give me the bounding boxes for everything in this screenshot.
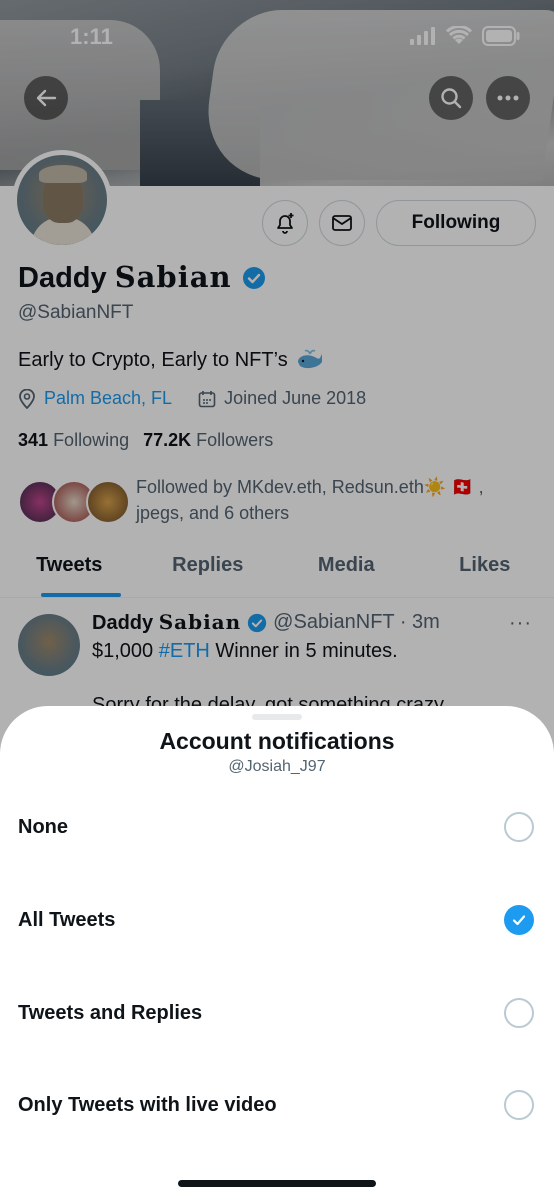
tab-likes[interactable]: Likes	[416, 544, 554, 597]
display-name-gothic: Sabian	[114, 260, 232, 294]
following-count-link[interactable]: 341 Following	[18, 430, 129, 451]
active-tab-indicator	[41, 593, 121, 597]
tab-tweets-label: Tweets	[36, 554, 103, 576]
tweet-avatar[interactable]	[18, 614, 80, 676]
verified-badge-icon	[248, 613, 267, 632]
location-pin-icon	[19, 388, 35, 409]
option-tweets-and-replies[interactable]: Tweets and Replies	[0, 982, 554, 1052]
message-button[interactable]	[319, 200, 365, 246]
tweet-header: Daddy Sabian @SabianNFT · 3m	[92, 610, 440, 635]
verified-badge-icon	[242, 266, 265, 289]
tweet-item[interactable]: Daddy Sabian @SabianNFT · 3m ··· $1,000 …	[0, 598, 554, 718]
search-icon	[441, 88, 462, 109]
sheet-title: Account notifications	[159, 728, 395, 754]
status-time: 1:11	[70, 24, 113, 49]
option-live-video-label: Only Tweets with live video	[18, 1094, 277, 1116]
home-indicator[interactable]	[178, 1180, 376, 1187]
followers-count-link[interactable]: 77.2K Followers	[143, 430, 273, 451]
option-all-tweets[interactable]: All Tweets	[0, 889, 554, 959]
profile-avatar[interactable]	[12, 150, 112, 250]
tab-tweets[interactable]: Tweets	[0, 544, 139, 597]
profile-display-name: Daddy Sabian	[18, 260, 266, 295]
tweet-author-name-gothic: Sabian	[158, 610, 242, 634]
followed-by-row[interactable]: Followed by MKdev.eth, Redsun.eth☀️ 🇨🇭 ,…	[18, 474, 538, 530]
checkmark-icon	[512, 915, 526, 926]
status-bar: 1:11	[0, 0, 554, 70]
tweet-author-name-main: Daddy	[92, 612, 159, 634]
account-notifications-sheet: Account notifications @Josiah_J97 None A…	[0, 706, 554, 1200]
search-button[interactable]	[429, 76, 473, 120]
tweet-text-suffix: Winner in 5 minutes.	[209, 640, 398, 662]
followers-label: Followers	[196, 430, 274, 450]
back-button[interactable]	[24, 76, 68, 120]
profile-meta: Palm Beach, FL Joined June 2018	[18, 388, 366, 409]
status-icons	[410, 26, 520, 46]
tweet-text-prefix: $1,000	[92, 640, 159, 662]
whale-emoji-icon	[297, 349, 322, 369]
profile-tabs: Tweets Replies Media Likes	[0, 544, 554, 598]
calendar-icon	[198, 390, 216, 407]
envelope-icon	[332, 215, 352, 231]
following-button[interactable]: Following	[376, 200, 536, 246]
tab-likes-label: Likes	[459, 554, 511, 576]
tweet-more-button[interactable]: ···	[509, 612, 532, 635]
option-none-radio[interactable]	[504, 812, 534, 842]
tab-replies-label: Replies	[172, 554, 244, 576]
following-count: 341	[18, 430, 49, 450]
option-live-video[interactable]: Only Tweets with live video	[0, 1074, 554, 1144]
more-horizontal-icon	[497, 95, 519, 101]
bell-plus-icon	[277, 213, 294, 234]
option-all-tweets-radio[interactable]	[504, 905, 534, 935]
signal-icon	[410, 27, 435, 45]
tweet-author-name: Daddy Sabian	[92, 610, 241, 635]
tweet-handle-time: @SabianNFT · 3m	[273, 611, 440, 633]
option-none-label: None	[18, 816, 68, 838]
follow-counts: 341 Following 77.2K Followers	[18, 430, 273, 451]
mutual-avatar-3	[86, 480, 130, 524]
bio-text: Early to Crypto, Early to NFT’s	[18, 348, 288, 371]
option-tweets-and-replies-radio[interactable]	[504, 998, 534, 1028]
profile-handle: @SabianNFT	[18, 302, 134, 323]
tab-media-label: Media	[317, 554, 375, 576]
tab-replies[interactable]: Replies	[139, 544, 278, 597]
followed-by-text: Followed by MKdev.eth, Redsun.eth☀️ 🇨🇭 ,…	[136, 477, 484, 523]
option-all-tweets-label: All Tweets	[18, 909, 116, 931]
notifications-bell-button[interactable]	[262, 200, 308, 246]
display-name-main: Daddy	[18, 262, 115, 294]
profile-joined: Joined June 2018	[224, 388, 367, 408]
option-none[interactable]: None	[0, 796, 554, 866]
profile-bio: Early to Crypto, Early to NFT’s	[18, 348, 324, 372]
more-options-button[interactable]	[486, 76, 530, 120]
following-label: Following	[53, 430, 130, 450]
back-arrow-icon	[36, 89, 57, 107]
tweet-text: $1,000 #ETH Winner in 5 minutes.	[92, 640, 398, 663]
followers-count: 77.2K	[143, 430, 192, 450]
tab-media[interactable]: Media	[277, 544, 416, 597]
option-tweets-and-replies-label: Tweets and Replies	[18, 1002, 203, 1024]
option-live-video-radio[interactable]	[504, 1090, 534, 1120]
sheet-grabber[interactable]	[252, 714, 302, 720]
wifi-icon	[446, 26, 472, 44]
tweet-hashtag-link[interactable]: #ETH	[159, 640, 210, 662]
battery-icon	[482, 26, 520, 46]
sheet-subtitle: @Josiah_J97	[228, 758, 326, 775]
avatar-hat	[39, 165, 87, 183]
profile-location-link[interactable]: Palm Beach, FL	[44, 388, 172, 409]
